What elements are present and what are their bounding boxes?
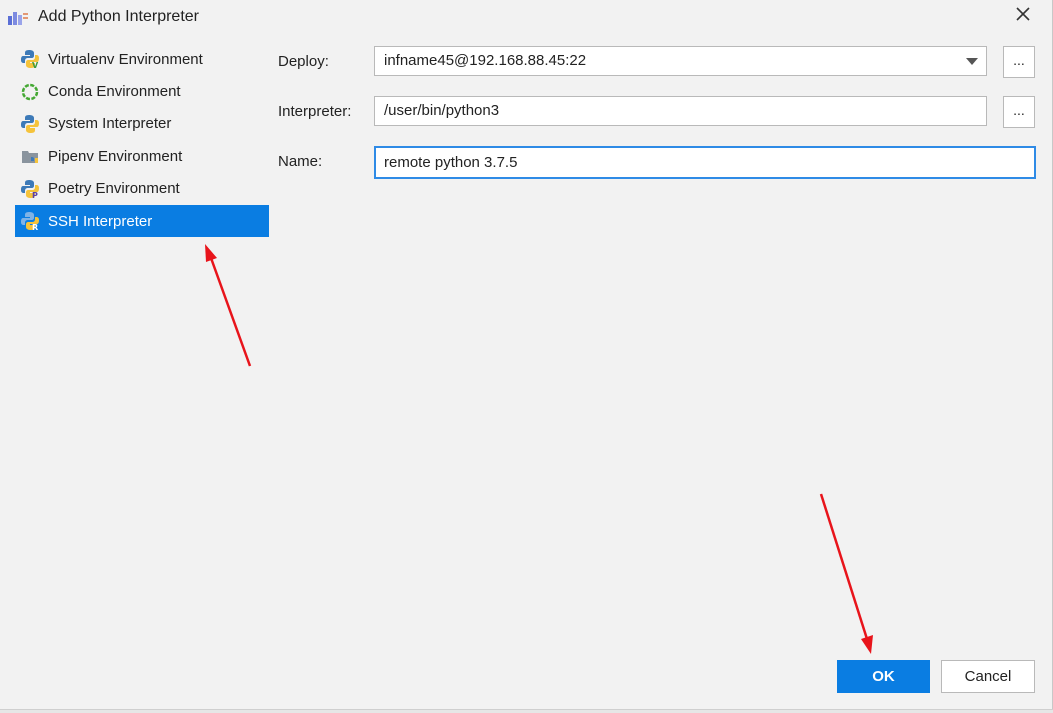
- name-input[interactable]: remote python 3.7.5: [374, 146, 1036, 179]
- sidebar-item-label: SSH Interpreter: [48, 212, 153, 230]
- environment-type-list: V Virtualenv Environment Conda Environme…: [15, 43, 269, 238]
- svg-text:V: V: [32, 61, 39, 69]
- name-label: Name:: [278, 153, 323, 170]
- add-python-interpreter-dialog: Add Python Interpreter V Virtualenv Envi…: [0, 0, 1053, 713]
- sidebar-item-label: System Interpreter: [48, 115, 172, 133]
- deploy-browse-button[interactable]: ...: [1003, 46, 1035, 78]
- sidebar-item-label: Poetry Environment: [48, 180, 180, 198]
- deploy-combobox[interactable]: infname45@192.168.88.45:22: [374, 46, 987, 76]
- python-virtualenv-icon: V: [19, 49, 41, 69]
- interpreter-path-field[interactable]: /user/bin/python3: [374, 96, 987, 126]
- python-icon: [19, 114, 41, 134]
- sidebar-item-pipenv[interactable]: Pipenv Environment: [15, 140, 269, 172]
- pipenv-icon: [19, 146, 41, 166]
- python-poetry-icon: P: [19, 179, 41, 199]
- svg-text:P: P: [32, 191, 38, 199]
- deploy-label: Deploy:: [278, 53, 329, 70]
- name-value: remote python 3.7.5: [384, 154, 518, 171]
- sidebar-item-poetry[interactable]: P Poetry Environment: [15, 173, 269, 205]
- title-bar: Add Python Interpreter: [0, 0, 1052, 34]
- sidebar-item-ssh-interpreter[interactable]: R SSH Interpreter: [15, 204, 269, 238]
- sidebar-item-conda[interactable]: Conda Environment: [15, 75, 269, 107]
- interpreter-browse-button[interactable]: ...: [1003, 96, 1035, 128]
- ok-button[interactable]: OK: [837, 660, 930, 693]
- chevron-down-icon[interactable]: [966, 58, 978, 65]
- close-icon: [1016, 7, 1030, 25]
- pycharm-app-icon: [8, 9, 28, 25]
- annotation-arrow-ok: [819, 493, 873, 654]
- close-button[interactable]: [1008, 2, 1038, 30]
- interpreter-value: /user/bin/python3: [384, 102, 500, 119]
- conda-icon: [19, 82, 41, 102]
- bottom-edge: [0, 709, 1053, 713]
- cancel-button[interactable]: Cancel: [941, 660, 1035, 693]
- sidebar-item-label: Pipenv Environment: [48, 147, 183, 165]
- sidebar-item-system-interpreter[interactable]: System Interpreter: [15, 108, 269, 140]
- python-remote-icon: R: [19, 211, 41, 231]
- svg-text:R: R: [32, 223, 38, 231]
- sidebar-item-label: Virtualenv Environment: [48, 50, 203, 68]
- dialog-title: Add Python Interpreter: [38, 8, 199, 25]
- interpreter-label: Interpreter:: [278, 103, 352, 120]
- sidebar-item-virtualenv[interactable]: V Virtualenv Environment: [15, 43, 269, 75]
- annotation-arrow-ssh: [205, 244, 252, 367]
- sidebar-item-label: Conda Environment: [48, 83, 181, 101]
- deploy-value: infname45@192.168.88.45:22: [384, 52, 587, 69]
